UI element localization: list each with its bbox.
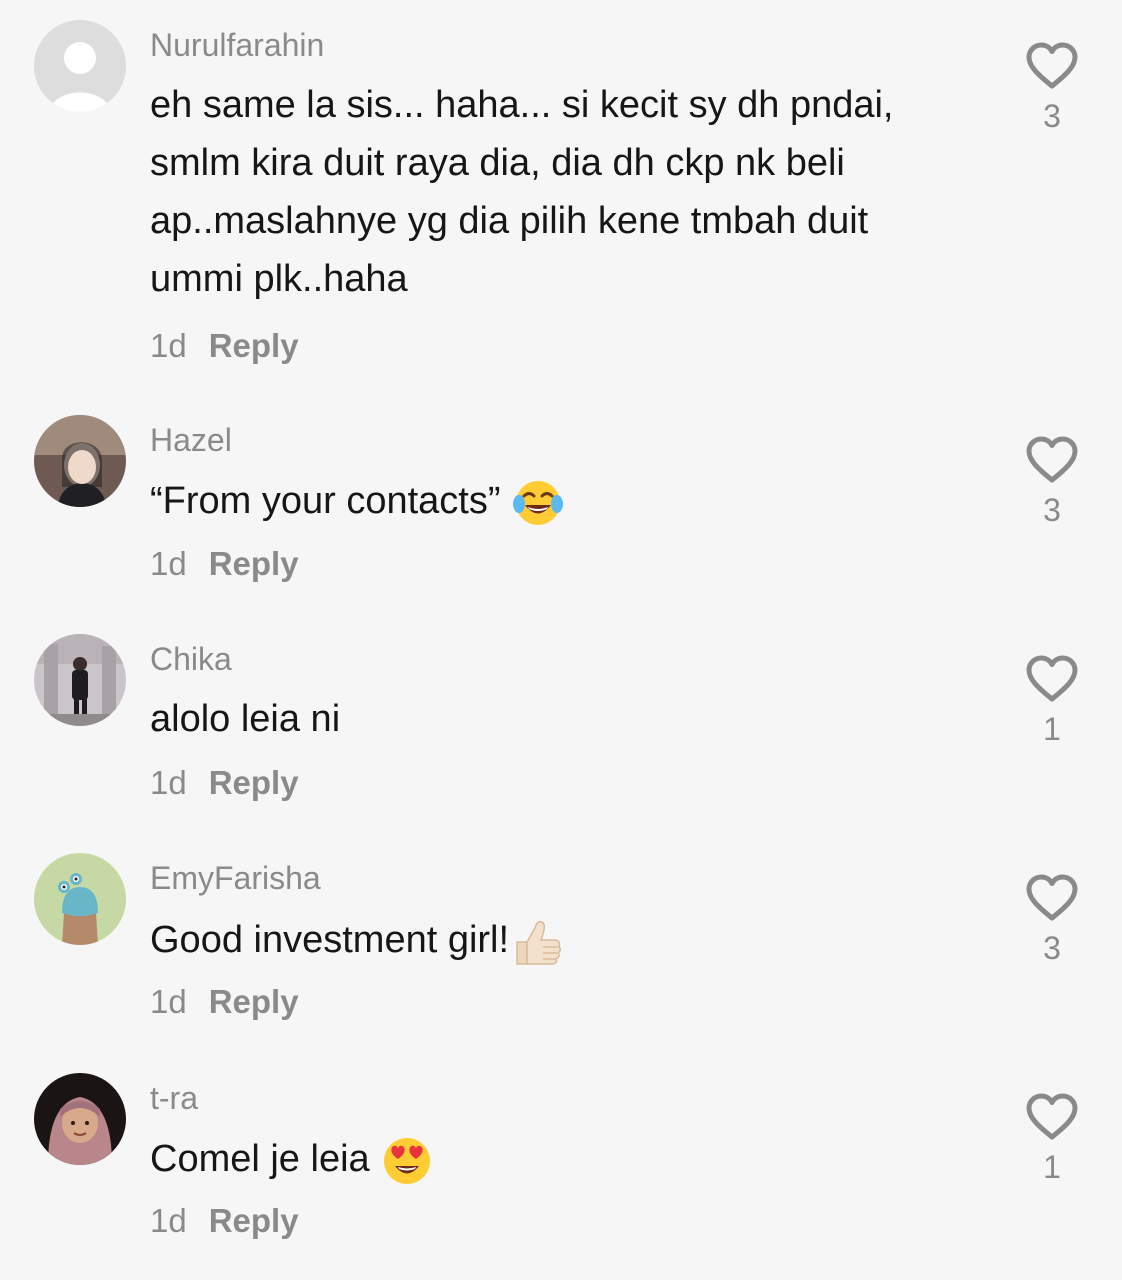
- heart-outline-icon: [1026, 1093, 1078, 1140]
- comment-username[interactable]: Nurulfarahin: [150, 26, 324, 64]
- avatar[interactable]: [34, 853, 126, 945]
- comment-text-line: Good investment girl!: [150, 911, 980, 969]
- comment-text: eh same la sis... haha... si kecit sy dh…: [150, 76, 980, 308]
- comment-text-line: ap..maslahnye yg dia pilih kene tmbah du…: [150, 200, 869, 242]
- reply-button[interactable]: Reply: [209, 545, 299, 582]
- comment-text-line: “From your contacts”: [150, 472, 980, 530]
- comment-username[interactable]: EmyFarisha: [150, 859, 321, 897]
- comment-username[interactable]: Chika: [150, 640, 232, 678]
- comment-time: 1d: [150, 545, 187, 582]
- heart-eyes-emoji: [380, 1135, 434, 1187]
- comment-meta: 1d Reply: [150, 1201, 299, 1241]
- comment-time: 1d: [150, 327, 187, 364]
- comment-time: 1d: [150, 764, 187, 801]
- comment-text-content: “From your contacts”: [150, 480, 501, 522]
- comment-meta: 1d Reply: [150, 763, 299, 803]
- avatar[interactable]: [34, 634, 126, 726]
- like-count: 3: [1043, 930, 1061, 966]
- comment-text: Comel je leia: [150, 1130, 980, 1188]
- comment-text: alolo leia ni: [150, 690, 980, 748]
- comment-username[interactable]: Hazel: [150, 421, 232, 459]
- like-button[interactable]: 3: [1018, 436, 1086, 530]
- avatar[interactable]: [34, 415, 126, 507]
- comment-time: 1d: [150, 983, 187, 1020]
- comment-text-line: ummi plk..haha: [150, 258, 408, 300]
- avatar[interactable]: [34, 1073, 126, 1165]
- tears-of-joy-emoji: [511, 478, 565, 528]
- like-button[interactable]: 1: [1018, 655, 1086, 749]
- user-photo: [34, 853, 126, 945]
- comment-meta: 1d Reply: [150, 544, 299, 584]
- user-photo: [34, 415, 126, 507]
- avatar[interactable]: [34, 20, 126, 112]
- reply-button[interactable]: Reply: [209, 764, 299, 801]
- comment-meta: 1d Reply: [150, 326, 299, 366]
- comment-text-content: Comel je leia: [150, 1138, 370, 1180]
- like-button[interactable]: 3: [1018, 874, 1086, 968]
- comment-username[interactable]: t-ra: [150, 1079, 198, 1117]
- user-photo: [34, 634, 126, 726]
- like-count: 1: [1043, 1149, 1061, 1185]
- comment-meta: 1d Reply: [150, 982, 299, 1022]
- like-count: 3: [1043, 492, 1061, 528]
- comment-text: “From your contacts”: [150, 472, 980, 530]
- heart-outline-icon: [1026, 436, 1078, 483]
- reply-button[interactable]: Reply: [209, 327, 299, 364]
- like-count: 3: [1043, 98, 1061, 134]
- comment-text-line: Comel je leia: [150, 1130, 980, 1188]
- comment-text-content: Good investment girl!: [150, 919, 510, 961]
- comment-time: 1d: [150, 1202, 187, 1239]
- comment-text-line: smlm kira duit raya dia, dia dh ckp nk b…: [150, 142, 845, 184]
- heart-outline-icon: [1026, 42, 1078, 89]
- thumbs-up-emoji: [509, 916, 565, 968]
- heart-outline-icon: [1026, 655, 1078, 702]
- comment-list: Nurulfarahin eh same la sis... haha... s…: [0, 0, 1122, 1280]
- comment-text-line: eh same la sis... haha... si kecit sy dh…: [150, 84, 894, 126]
- comment-text-line: alolo leia ni: [150, 698, 341, 740]
- like-count: 1: [1043, 711, 1061, 747]
- like-button[interactable]: 3: [1018, 42, 1086, 136]
- reply-button[interactable]: Reply: [209, 983, 299, 1020]
- user-photo: [34, 1073, 126, 1165]
- default-avatar-icon: [34, 20, 126, 112]
- like-button[interactable]: 1: [1018, 1093, 1086, 1187]
- heart-outline-icon: [1026, 874, 1078, 921]
- comment-text: Good investment girl!: [150, 911, 980, 969]
- reply-button[interactable]: Reply: [209, 1202, 299, 1239]
